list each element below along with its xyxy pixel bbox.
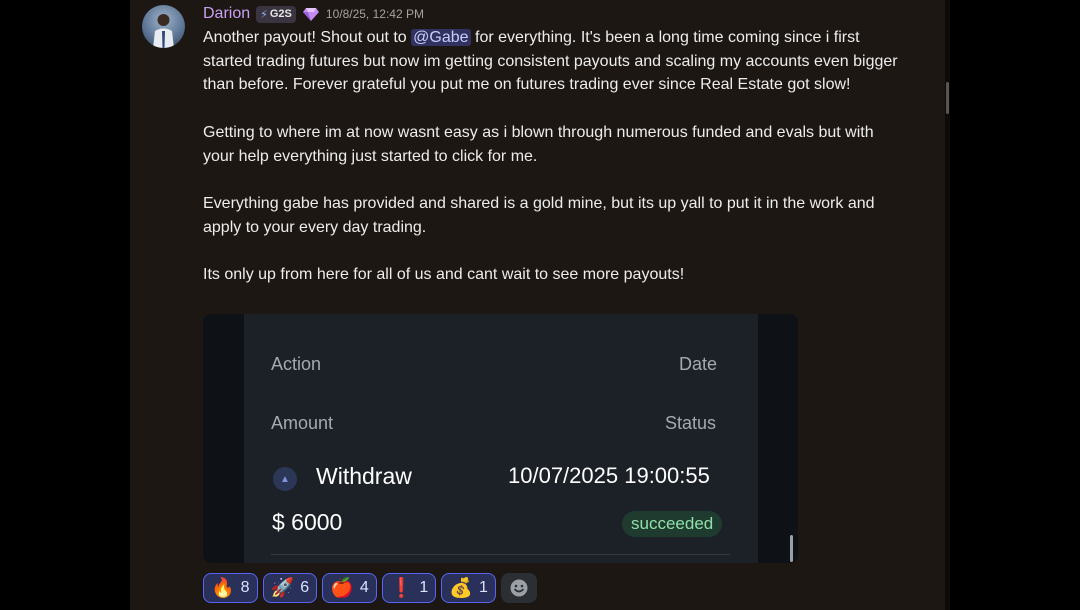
reaction-count: 1 bbox=[419, 579, 429, 596]
user-avatar[interactable] bbox=[142, 5, 185, 48]
reaction-apple[interactable]: 🍎 4 bbox=[322, 573, 377, 603]
action-value: Withdraw bbox=[316, 463, 412, 489]
reaction-fire[interactable]: 🔥 8 bbox=[203, 573, 258, 603]
message-timestamp[interactable]: 10/8/25, 12:42 PM bbox=[326, 7, 424, 21]
message-header: Darion ⚡ G2S 10/8/25, 12:42 PM bbox=[203, 4, 424, 24]
exclamation-emoji-icon: ❗ bbox=[389, 577, 414, 599]
status-label: Status bbox=[664, 413, 716, 433]
reaction-money-bag[interactable]: 💰 1 bbox=[441, 573, 496, 603]
up-arrow-icon: ▲ bbox=[273, 467, 297, 491]
smiley-icon bbox=[510, 579, 528, 597]
date-value: 10/07/2025 19:00:55 bbox=[508, 463, 710, 488]
rocket-emoji-icon: 🚀 bbox=[270, 577, 295, 599]
message-paragraph: Another payout! Shout out to @Gabe for e… bbox=[203, 26, 908, 97]
attachment-scrollbar bbox=[790, 535, 793, 562]
fire-emoji-icon: 🔥 bbox=[211, 577, 235, 599]
window-scrollbar-thumb[interactable] bbox=[946, 82, 949, 114]
purple-gem-icon[interactable] bbox=[302, 5, 320, 23]
server-tag[interactable]: ⚡ G2S bbox=[256, 5, 296, 23]
action-label: Action bbox=[271, 354, 322, 374]
image-attachment[interactable]: Action Date Amount Status ▲ Withdraw 10/… bbox=[203, 314, 798, 563]
username[interactable]: Darion bbox=[203, 5, 250, 23]
message-body: Another payout! Shout out to @Gabe for e… bbox=[203, 26, 908, 287]
reaction-rocket[interactable]: 🚀 6 bbox=[262, 573, 318, 603]
divider bbox=[271, 554, 730, 555]
reaction-count: 1 bbox=[478, 579, 488, 596]
message-paragraph: Getting to where im at now wasnt easy as… bbox=[203, 123, 874, 165]
user-mention[interactable]: @Gabe bbox=[411, 29, 471, 46]
add-reaction-button[interactable] bbox=[500, 573, 537, 603]
reactions-bar: 🔥 8 🚀 6 🍎 4 ❗ 1 💰 1 bbox=[203, 573, 537, 605]
message-paragraph: Its only up from here for all of us and … bbox=[203, 265, 685, 283]
lightning-bolt-icon: ⚡ bbox=[260, 8, 268, 21]
message-paragraph: Everything gabe has provided and shared … bbox=[203, 194, 875, 236]
reaction-count: 6 bbox=[300, 579, 310, 596]
status-badge: succeeded bbox=[622, 511, 723, 537]
message-text: Another payout! Shout out to bbox=[203, 29, 412, 46]
amount-value: $ 6000 bbox=[272, 509, 343, 535]
money-bag-emoji-icon: 💰 bbox=[449, 577, 473, 599]
reaction-count: 4 bbox=[359, 579, 369, 596]
reaction-exclamation[interactable]: ❗ 1 bbox=[381, 573, 437, 603]
server-tag-label: G2S bbox=[269, 8, 292, 20]
payout-screenshot: Action Date Amount Status ▲ Withdraw 10/… bbox=[244, 314, 758, 563]
reaction-count: 8 bbox=[240, 579, 250, 596]
date-label: Date bbox=[678, 354, 717, 374]
apple-emoji-icon: 🍎 bbox=[330, 577, 354, 599]
amount-label: Amount bbox=[271, 413, 334, 433]
